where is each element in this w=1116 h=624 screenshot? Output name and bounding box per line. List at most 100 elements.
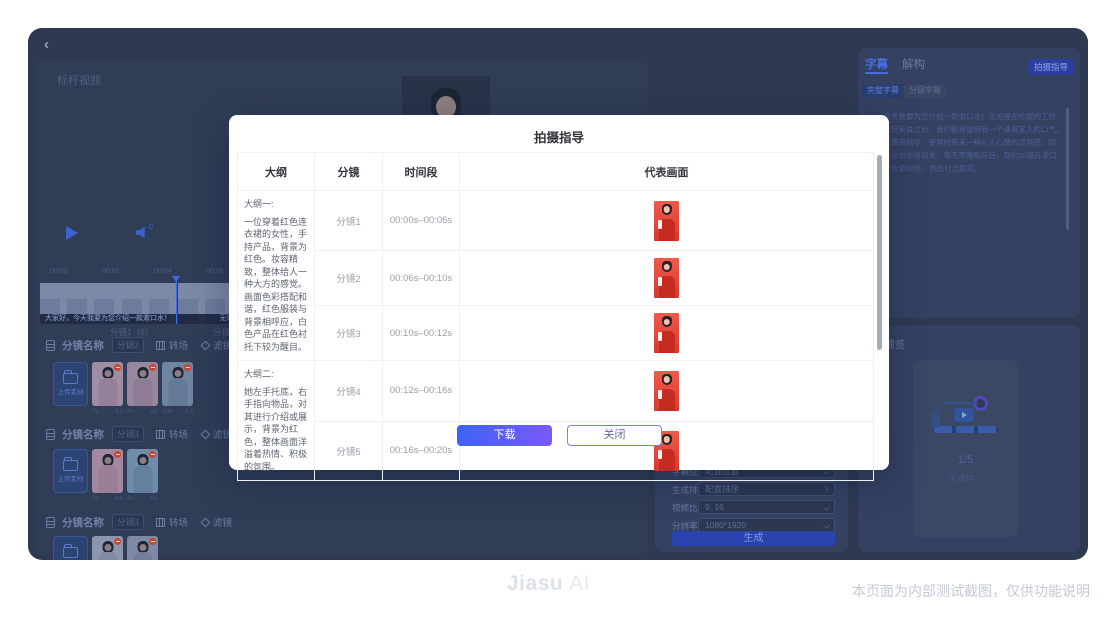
upload-label: 上传素材 (58, 473, 84, 483)
panel-scrollbar[interactable] (1066, 108, 1069, 230)
setting-value: 配置排序 (705, 484, 739, 494)
delete-clip-icon[interactable] (114, 538, 121, 545)
delete-clip-icon[interactable] (184, 364, 191, 371)
subtitle-line: 是享受美食过后，我们都希望拥有一个清爽宜人的口气。 (876, 123, 1066, 136)
shooting-guide-button[interactable]: 拍摄指导 (1028, 59, 1074, 75)
clip-thumbnail[interactable]: 4s A2 (127, 449, 158, 502)
modal-title: 拍摄指导 (229, 127, 889, 146)
timeline-tick: 00:04 (154, 268, 172, 275)
transition-button[interactable]: 转场 (169, 427, 188, 441)
clip-thumbnail[interactable]: 10sA3 (162, 362, 193, 415)
volume-value: 0 (149, 224, 153, 231)
clip-tag: A2 (150, 495, 158, 502)
guide-table: 大纲 分镜 时间段 代表画面 大纲一: 一位穿着红色连衣裙的女性，手持产品，背景… (237, 152, 874, 481)
time-cell: 00:00s–00:06s (383, 191, 460, 251)
transition-icon (156, 518, 165, 527)
section-clips-row: 上传素材 0sA1 4s A2 10sA3 (53, 362, 193, 415)
timeline-tick: 00:00 (50, 268, 68, 275)
representative-frame-image (654, 313, 679, 353)
outline-cell: 大纲二: 她左手托底，右手指向物品，对其进行介绍或展示，背景为红色，整体画面洋溢… (238, 361, 315, 481)
time-cell: 00:16s–00:20s (383, 421, 460, 480)
setting-select-generation-order[interactable]: 配置排序 (698, 482, 835, 496)
time-cell: 00:10s–00:12s (383, 306, 460, 361)
storyboard-section-header: 分镜名称 分镜2 转场 滤镜 (46, 336, 232, 354)
shot-cell: 分镜4 (315, 361, 383, 422)
filter-button[interactable]: 滤镜 (213, 515, 232, 529)
tab-subtitles[interactable]: 字幕 (865, 56, 888, 72)
upload-material-button[interactable]: 上传素材 (53, 362, 88, 406)
delete-clip-icon[interactable] (149, 451, 156, 458)
delete-clip-icon[interactable] (114, 451, 121, 458)
delete-clip-icon[interactable] (149, 364, 156, 371)
timeline-tick: 00:06 (206, 268, 224, 275)
clip-thumbnail[interactable]: 3sA1 (92, 449, 123, 502)
frame-cell (460, 306, 874, 361)
clip-thumbnail[interactable] (127, 536, 158, 560)
frame-cell (460, 361, 874, 422)
delete-clip-icon[interactable] (149, 538, 156, 545)
col-header-timerange: 时间段 (383, 153, 460, 191)
generation-status: 生成中... (913, 472, 1018, 485)
tab-deconstruct[interactable]: 解构 (902, 56, 925, 72)
benchmark-video-label: 标杆视频 (57, 72, 101, 88)
clip-thumbnail[interactable] (92, 536, 123, 560)
section-name-input[interactable]: 分镜2 (112, 337, 144, 353)
brand-watermark: JiasuAI (507, 572, 590, 596)
outline-body: 一位穿着红色连衣裙的女性，手持产品，背景为红色。妆容精致，整体给人一种大方的感觉… (244, 216, 308, 354)
segment-caption: 大家好，今天我要为您介绍一款漱口水！ (40, 314, 176, 324)
footer-note: 本页面为内部测试截图，仅供功能说明 (852, 581, 1090, 601)
close-button[interactable]: 关闭 (567, 425, 662, 446)
representative-frame-image (654, 371, 679, 411)
clip-tag: A2 (150, 408, 158, 415)
timeline-segment-1[interactable]: 大家好，今天我要为您介绍一款漱口水！ (40, 283, 176, 324)
folder-plus-icon (63, 547, 78, 558)
generate-button[interactable]: 生成 (672, 531, 835, 546)
representative-frame-image (654, 201, 679, 241)
subtitle-line: 用方法也非常简单：每天早晚刷牙后，取约20毫升漱口 (876, 149, 1066, 162)
subtitle-line: 口中含漱30秒，然后吐出即可。 (876, 162, 1066, 175)
modal-scrollbar[interactable] (877, 155, 882, 350)
subtitle-line: 天然薄荷精华，使用时带来一种沁人心脾的凉爽感。同 (876, 136, 1066, 149)
clip-duration: 4s (127, 495, 134, 502)
section-name-label: 分镜名称 (62, 338, 104, 353)
pill-shot-subtitles[interactable]: 分镜字幕 (904, 84, 946, 98)
frame-cell (460, 251, 874, 306)
tab-underline (865, 72, 888, 74)
section-name-label: 分镜名称 (62, 515, 104, 530)
col-header-outline: 大纲 (238, 153, 315, 191)
shooting-guide-modal: 拍摄指导 大纲 分镜 时间段 代表画面 大纲一: 一位穿着红色连衣裙的女性，手持… (229, 115, 889, 470)
outline-cell: 大纲一: 一位穿着红色连衣裙的女性，手持产品，背景为红色。妆容精致，整体给人一种… (238, 191, 315, 361)
transition-button[interactable]: 转场 (169, 515, 188, 529)
transition-button[interactable]: 转场 (169, 338, 188, 352)
chevron-right-icon (822, 486, 828, 492)
clip-duration: 4s (127, 408, 134, 415)
clip-duration: 10s (162, 408, 172, 415)
clip-thumbnail[interactable]: 0sA1 (92, 362, 123, 415)
playhead-line (176, 280, 178, 324)
back-icon[interactable]: ‹ (44, 36, 49, 53)
section-name-input[interactable]: 分镜3 (112, 426, 144, 442)
setting-select-resolution[interactable]: 1080*1920 (698, 518, 835, 532)
clip-duration: 0s (92, 408, 99, 415)
download-button[interactable]: 下载 (457, 425, 552, 446)
upload-material-button[interactable]: 上传素材 (53, 536, 88, 560)
upload-label: 上传素材 (58, 386, 84, 396)
table-row: 分镜2 00:06s–00:10s (238, 251, 874, 306)
play-icon[interactable] (66, 226, 78, 240)
document-icon (46, 340, 55, 351)
outline-heading: 大纲一: (244, 198, 308, 211)
frame-cell (460, 191, 874, 251)
table-row: 分镜5 00:16s–00:20s (238, 421, 874, 480)
delete-clip-icon[interactable] (114, 364, 121, 371)
chevron-down-icon (823, 522, 829, 528)
representative-frame-image (654, 258, 679, 298)
upload-material-button[interactable]: 上传素材 (53, 449, 88, 493)
clip-thumbnail[interactable]: 4s A2 (127, 362, 158, 415)
setting-select-video-ratio[interactable]: 9: 16 (698, 500, 835, 514)
table-row: 大纲一: 一位穿着红色连衣裙的女性，手持产品，背景为红色。妆容精致，整体给人一种… (238, 191, 874, 251)
chevron-down-icon (823, 504, 829, 510)
table-row: 大纲二: 她左手托底，右手指向物品，对其进行介绍或展示，背景为红色，整体画面洋溢… (238, 361, 874, 422)
pill-full-subtitles[interactable]: 完整字幕 (862, 84, 904, 98)
section-name-input[interactable]: 分镜3 (112, 514, 144, 530)
person-figure-head (934, 408, 939, 413)
